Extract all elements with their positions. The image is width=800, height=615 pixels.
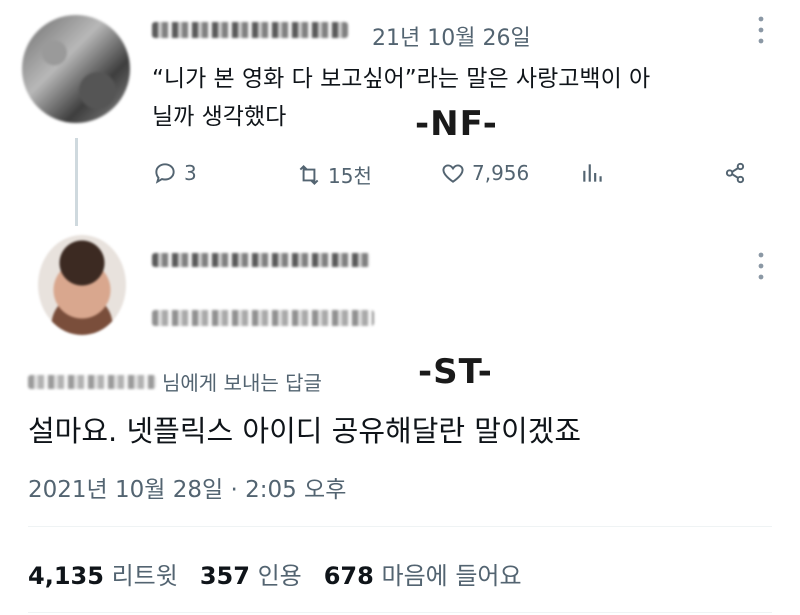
thread-connector <box>75 138 78 226</box>
reply-timestamp[interactable]: 2021년 10월 28일 · 2:05 오후 <box>28 470 346 504</box>
more-icon[interactable] <box>755 250 767 288</box>
replying-to-handle-blurred[interactable] <box>28 374 156 389</box>
engagement-stats: 4,135 리트윗 357 인용 678 마음에 들어요 <box>28 556 522 591</box>
divider <box>28 526 772 527</box>
retweet-count: 15천 <box>328 164 372 188</box>
watermark-nf: -NF- <box>415 104 498 144</box>
like-count: 7,956 <box>472 161 530 185</box>
avatar-reply-author[interactable] <box>38 235 126 335</box>
like-button[interactable]: 7,956 <box>440 160 529 186</box>
share-icon <box>725 162 745 184</box>
replying-to-label: 님에게 보내는 답글 <box>162 371 322 395</box>
reply-text: 설마요. 넷플릭스 아이디 공유해달란 말이겠죠 <box>28 414 582 448</box>
tweet-text-line1: “니가 본 영화 다 보고싶어”라는 말은 사랑고백이 아 <box>152 66 651 92</box>
replying-to: 님에게 보내는 답글 <box>28 367 322 396</box>
analytics-button[interactable] <box>580 160 606 186</box>
divider <box>28 612 772 613</box>
reply-count: 3 <box>184 161 197 185</box>
stat-retweets[interactable]: 4,135 리트윗 <box>28 556 178 591</box>
stat-quotes[interactable]: 357 인용 <box>200 556 302 591</box>
share-button[interactable] <box>722 160 748 186</box>
watermark-st: -ST- <box>418 352 493 392</box>
reply-button[interactable]: 3 <box>152 160 197 186</box>
author-name-blurred[interactable] <box>152 22 348 42</box>
tweet-date[interactable]: 21년 10월 26일 <box>372 20 531 52</box>
reply-author-name-blurred[interactable] <box>152 252 370 271</box>
stat-likes[interactable]: 678 마음에 들어요 <box>324 556 522 591</box>
analytics-icon <box>583 164 602 182</box>
reply-author-handle-blurred[interactable] <box>152 310 374 330</box>
retweet-icon <box>299 164 319 185</box>
like-icon <box>442 164 464 183</box>
avatar-original-author[interactable] <box>22 15 130 123</box>
reply-icon <box>155 163 175 184</box>
retweet-button[interactable]: 15천 <box>296 160 372 189</box>
more-icon[interactable] <box>755 14 767 52</box>
